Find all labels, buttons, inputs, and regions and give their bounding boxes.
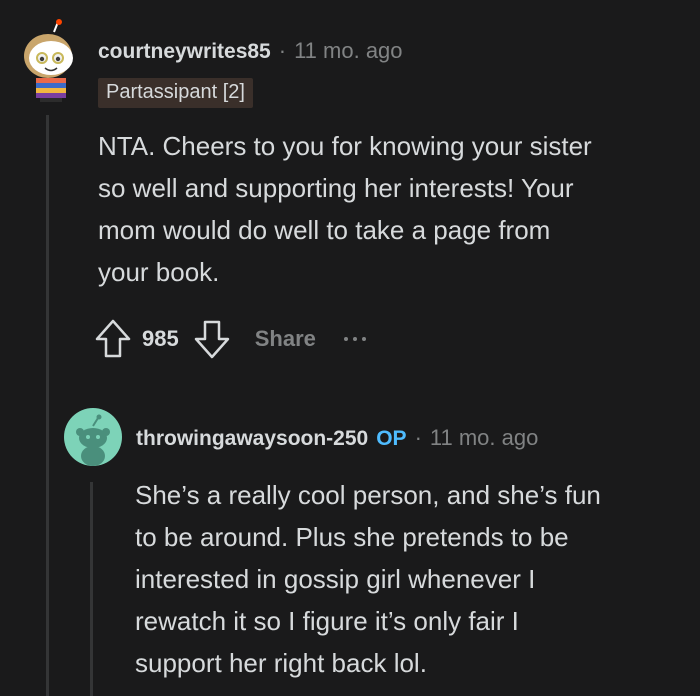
comment-body-line: support her right back lol. <box>135 648 427 678</box>
comment-body-line: to be around. Plus she pretends to be <box>135 522 569 552</box>
vote-score: 985 <box>142 326 179 351</box>
comment-body-line: interested in gossip girl whenever I <box>135 564 536 594</box>
separator-dot: · <box>414 425 422 450</box>
username-link[interactable]: courtneywrites85 <box>98 40 271 64</box>
comment-meta: courtneywrites85 · 11 mo. ago <box>98 38 403 64</box>
comment-body-line: NTA. Cheers to you for knowing your sist… <box>98 131 592 161</box>
user-flair: Partassipant [2] <box>98 78 253 108</box>
default-snoo-avatar-icon[interactable] <box>64 408 122 466</box>
comment-body: NTA. Cheers to you for knowing your sist… <box>98 125 592 293</box>
timestamp[interactable]: 11 mo. ago <box>294 38 402 64</box>
comment-body-line: so well and supporting her interests! Yo… <box>98 173 574 203</box>
snoo-avatar-icon[interactable] <box>18 18 82 102</box>
separator-dot: · <box>278 38 287 63</box>
comment-body: She’s a really cool person, and she’s fu… <box>135 474 601 684</box>
username-link[interactable]: throwingawaysoon-250 <box>136 427 368 451</box>
comment-meta: throwingawaysoon-250 OP · 11 mo. ago <box>136 425 538 451</box>
thread-line[interactable] <box>90 482 93 696</box>
share-button[interactable]: Share <box>255 326 316 352</box>
comment-body-line: your book. <box>98 257 220 287</box>
comment-actions: 985 Share <box>94 318 366 360</box>
comment-body-line: She’s a really cool person, and she’s fu… <box>135 480 601 510</box>
op-badge: OP <box>376 427 407 450</box>
timestamp[interactable]: 11 mo. ago <box>430 425 538 451</box>
comment-body-line: rewatch it so I figure it’s only fair I <box>135 606 519 636</box>
more-options-icon[interactable] <box>343 337 366 341</box>
downvote-arrow-icon[interactable] <box>193 318 231 360</box>
thread-line[interactable] <box>46 115 49 696</box>
comment-body-line: mom would do well to take a page from <box>98 215 551 245</box>
upvote-arrow-icon[interactable] <box>94 318 132 360</box>
